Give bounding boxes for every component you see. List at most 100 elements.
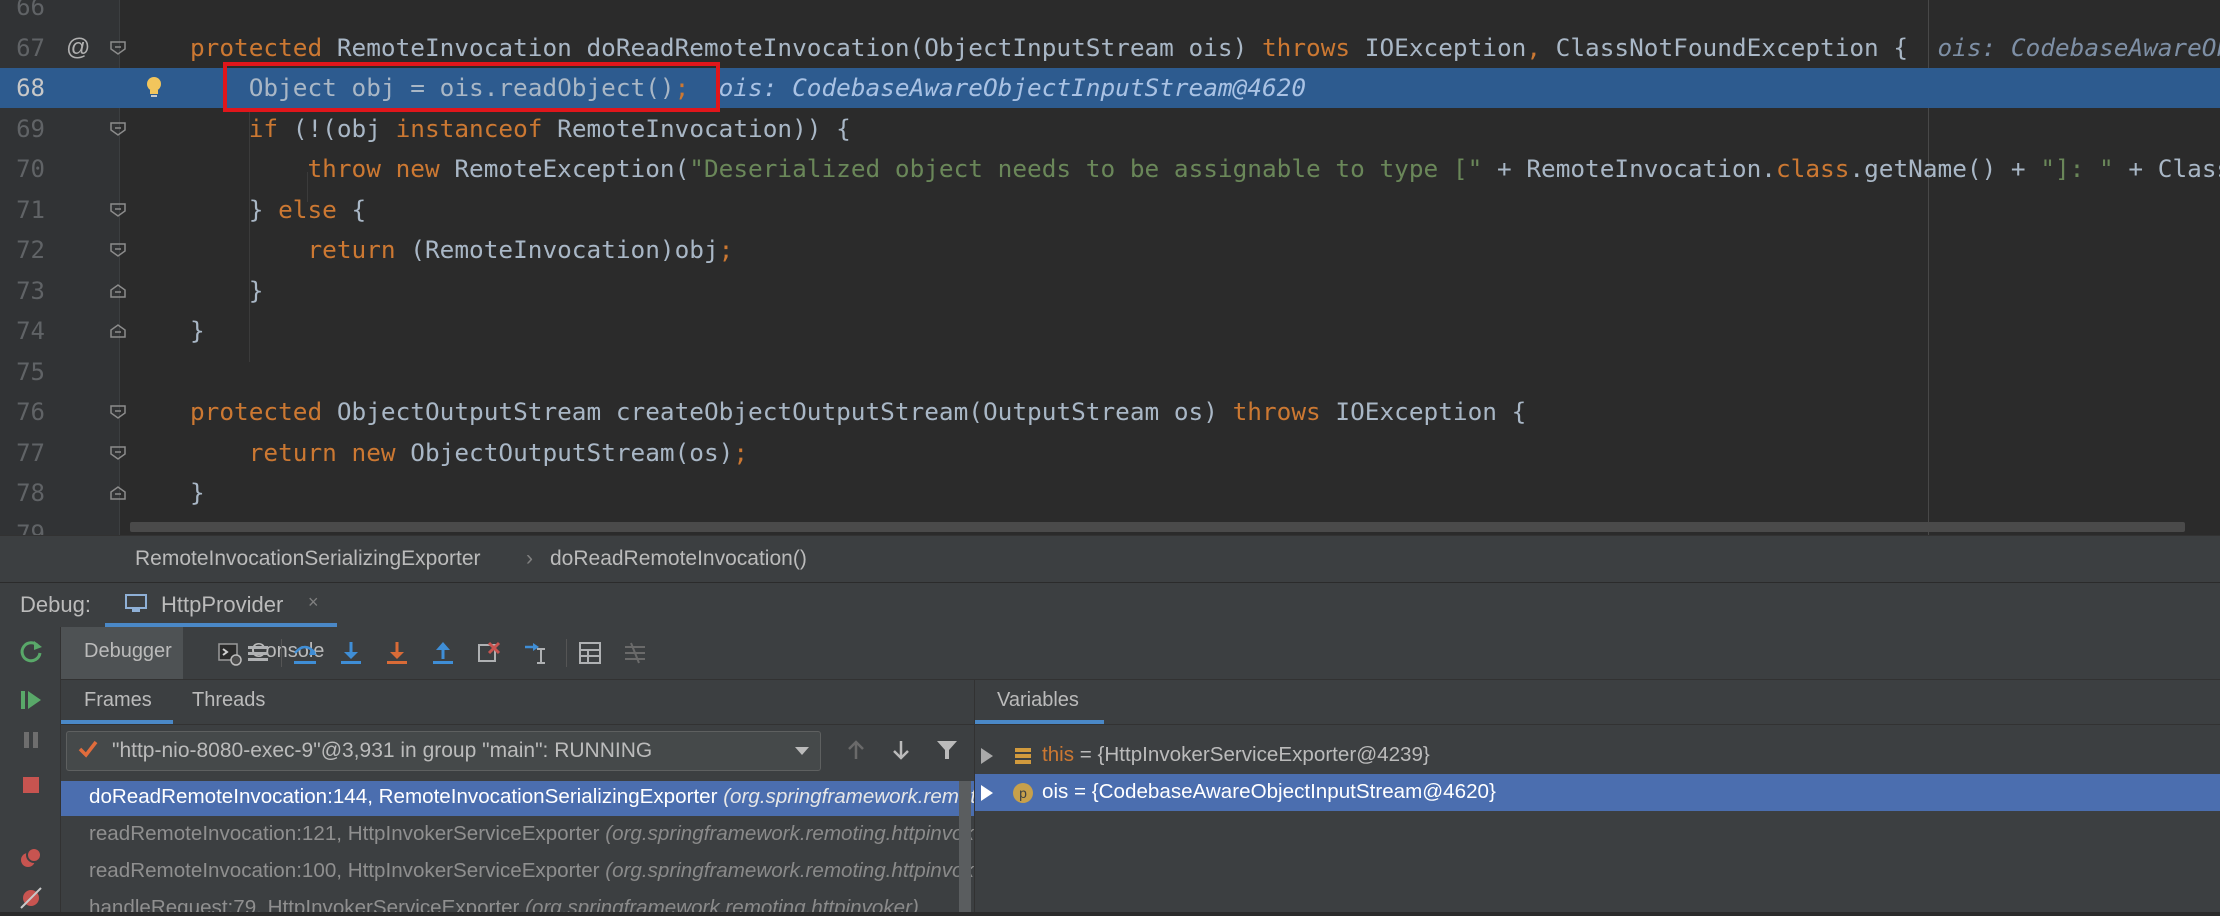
fold-marker-icon[interactable] xyxy=(110,405,126,419)
variable-row[interactable]: p ois = {CodebaseAwareObjectInputStream@4… xyxy=(975,774,2220,811)
code-line[interactable]: 76 protected ObjectOutputStream createObj… xyxy=(0,392,2220,432)
thread-selector[interactable]: "http-nio-8080-exec-9"@3,931 in group "m… xyxy=(66,731,821,771)
code-text[interactable]: } else { xyxy=(190,190,367,230)
code-line[interactable]: 70 throw new RemoteException("Deserializ… xyxy=(0,149,2220,189)
code-line[interactable]: 71 } else { xyxy=(0,190,2220,230)
fold-marker-icon[interactable] xyxy=(110,283,126,298)
frame-row[interactable]: handleRequest:79, HttpInvokerServiceExpo… xyxy=(61,890,974,912)
line-number[interactable]: 67 xyxy=(0,28,45,68)
fold-marker-icon[interactable] xyxy=(110,40,126,55)
code-line[interactable]: 72 return (RemoteInvocation)obj; xyxy=(0,230,2220,270)
frames-list: doReadRemoteInvocation:144, RemoteInvoca… xyxy=(61,781,974,912)
tab-frames-label: Frames xyxy=(84,689,152,711)
resume-icon[interactable] xyxy=(18,687,44,713)
frame-method: readRemoteInvocation:121, HttpInvokerSer… xyxy=(89,822,606,845)
code-line[interactable]: 66 xyxy=(0,0,2220,27)
frame-row[interactable]: doReadRemoteInvocation:144, RemoteInvoca… xyxy=(61,781,974,816)
line-number[interactable]: 77 xyxy=(0,433,45,473)
debug-action-strip xyxy=(0,627,61,912)
frame-label: doReadRemoteInvocation:144, RemoteInvoca… xyxy=(89,785,974,809)
force-step-into-icon[interactable] xyxy=(383,639,411,667)
tab-frames[interactable]: Frames xyxy=(61,680,173,724)
debug-session-tab[interactable]: HttpProvider × xyxy=(105,583,337,627)
variables-pane: Variables this = {HttpInvokerServiceExpo… xyxy=(975,680,2220,912)
code-line[interactable]: 77 return new ObjectOutputStream(os); xyxy=(0,433,2220,473)
override-marker-icon[interactable]: @ xyxy=(66,28,90,68)
code-text[interactable]: if (!(obj instanceof RemoteInvocation)) … xyxy=(190,109,851,149)
step-out-icon[interactable] xyxy=(429,639,457,667)
variable-name: this xyxy=(1042,743,1075,766)
rerun-icon[interactable] xyxy=(18,638,44,664)
toolbar-separator xyxy=(566,639,567,667)
code-text[interactable]: protected ObjectOutputStream createObjec… xyxy=(190,392,1526,432)
evaluate-expression-icon[interactable] xyxy=(576,639,604,667)
line-number[interactable]: 71 xyxy=(0,190,45,230)
frame-row[interactable]: readRemoteInvocation:100, HttpInvokerSer… xyxy=(61,853,974,890)
run-to-cursor-icon[interactable] xyxy=(521,639,549,667)
code-text[interactable]: } xyxy=(190,311,205,351)
variable-row[interactable]: this = {HttpInvokerServiceExporter@4239} xyxy=(975,737,2220,774)
debug-title-bar: Debug: HttpProvider × xyxy=(0,582,2220,628)
code-line[interactable]: 74} xyxy=(0,311,2220,351)
code-text[interactable]: return new ObjectOutputStream(os); xyxy=(190,433,748,473)
code-line[interactable]: 73 } xyxy=(0,271,2220,311)
line-number[interactable]: 78 xyxy=(0,473,45,513)
line-number[interactable]: 72 xyxy=(0,230,45,270)
tab-threads[interactable]: Threads xyxy=(192,689,265,712)
code-text[interactable]: return (RemoteInvocation)obj; xyxy=(190,230,733,270)
view-breakpoints-icon[interactable] xyxy=(18,845,44,871)
toolbar-separator xyxy=(281,639,282,667)
line-number[interactable]: 70 xyxy=(0,149,45,189)
arrow-down-icon[interactable] xyxy=(888,737,914,763)
fold-marker-icon[interactable] xyxy=(110,243,126,257)
code-text[interactable]: } xyxy=(190,271,264,311)
line-number[interactable]: 75 xyxy=(0,352,45,392)
frame-row[interactable]: readRemoteInvocation:121, HttpInvokerSer… xyxy=(61,816,974,853)
frame-label: handleRequest:79, HttpInvokerServiceExpo… xyxy=(89,896,919,912)
thread-selector-value: "http-nio-8080-exec-9"@3,931 in group "m… xyxy=(112,739,653,762)
step-over-icon[interactable] xyxy=(291,639,319,667)
filter-icon[interactable] xyxy=(934,737,960,763)
fold-marker-icon[interactable] xyxy=(110,202,126,217)
line-number[interactable]: 68 xyxy=(0,68,45,108)
hamburger-icon[interactable] xyxy=(244,639,272,667)
fold-marker-icon[interactable] xyxy=(110,324,126,338)
lightbulb-icon[interactable] xyxy=(145,76,163,100)
close-icon[interactable]: × xyxy=(308,592,319,613)
line-number[interactable]: 69 xyxy=(0,109,45,149)
step-into-icon[interactable] xyxy=(337,639,365,667)
code-line[interactable]: 75 xyxy=(0,352,2220,392)
tab-variables[interactable]: Variables xyxy=(975,680,1104,724)
expand-triangle-icon[interactable] xyxy=(981,748,993,764)
code-text[interactable]: throw new RemoteException("Deserialized … xyxy=(190,149,2220,189)
line-number[interactable]: 66 xyxy=(0,0,45,27)
svg-text:p: p xyxy=(1019,785,1027,801)
tab-variables-label: Variables xyxy=(997,689,1079,711)
variable-value: = {HttpInvokerServiceExporter@4239} xyxy=(1074,743,1430,766)
arrow-up-icon[interactable] xyxy=(843,737,869,763)
fold-marker-icon[interactable] xyxy=(110,445,126,460)
horizontal-scrollbar[interactable] xyxy=(130,522,2185,532)
expand-triangle-icon[interactable] xyxy=(981,785,993,801)
code-line[interactable]: 78} xyxy=(0,473,2220,513)
line-number[interactable]: 73 xyxy=(0,271,45,311)
frames-scrollbar[interactable] xyxy=(959,781,971,912)
stop-icon[interactable] xyxy=(18,772,44,798)
trace-current-stream-icon[interactable] xyxy=(621,639,649,667)
code-editor[interactable]: 66 67 @ protected RemoteInvocation doReadRe… xyxy=(0,0,2220,535)
breadcrumb-method[interactable]: doReadRemoteInvocation() xyxy=(550,547,807,571)
line-number[interactable]: 74 xyxy=(0,311,45,351)
code-text[interactable]: } xyxy=(190,473,205,513)
drop-frame-icon[interactable] xyxy=(475,639,503,667)
mute-breakpoints-icon[interactable] xyxy=(18,885,44,911)
frame-package: (org.springframework.remoting.httpinvoke… xyxy=(605,859,974,882)
debug-session-label: HttpProvider xyxy=(161,592,284,617)
code-line[interactable]: 69 if (!(obj instanceof RemoteInvocation… xyxy=(0,109,2220,149)
line-number[interactable]: 76 xyxy=(0,392,45,432)
tab-debugger[interactable]: Debugger xyxy=(61,627,183,679)
line-number[interactable]: 79 xyxy=(0,514,45,536)
fold-marker-icon[interactable] xyxy=(110,486,126,500)
fold-marker-icon[interactable] xyxy=(110,121,126,136)
breadcrumb-class[interactable]: RemoteInvocationSerializingExporter xyxy=(135,547,481,571)
pause-icon[interactable] xyxy=(18,727,44,753)
